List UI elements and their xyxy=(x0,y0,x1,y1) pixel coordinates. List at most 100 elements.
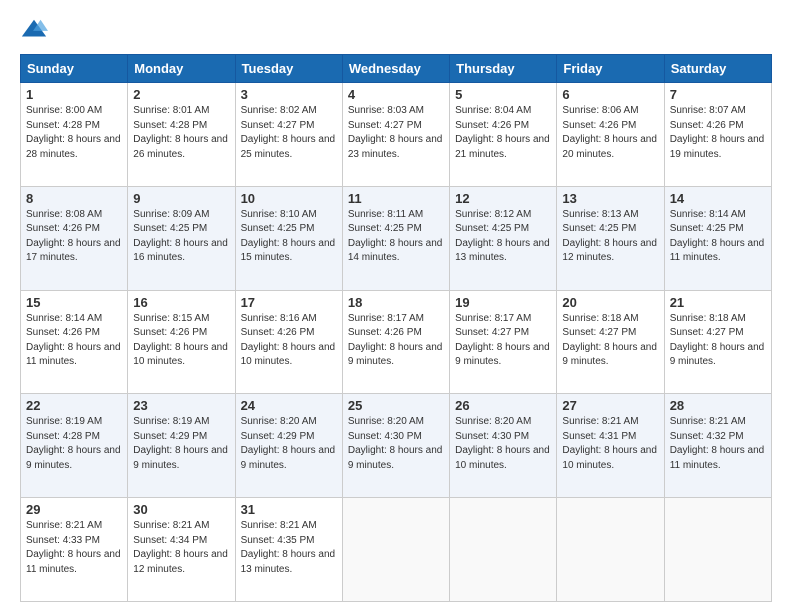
day-number: 6 xyxy=(562,87,658,102)
calendar-cell: 14 Sunrise: 8:14 AMSunset: 4:25 PMDaylig… xyxy=(664,186,771,290)
calendar-cell xyxy=(342,498,449,602)
calendar-cell: 20 Sunrise: 8:18 AMSunset: 4:27 PMDaylig… xyxy=(557,290,664,394)
day-details: Sunrise: 8:21 AMSunset: 4:32 PMDaylight:… xyxy=(670,416,765,471)
calendar-cell: 6 Sunrise: 8:06 AMSunset: 4:26 PMDayligh… xyxy=(557,83,664,187)
day-number: 7 xyxy=(670,87,766,102)
day-number: 23 xyxy=(133,398,229,413)
calendar-cell: 15 Sunrise: 8:14 AMSunset: 4:26 PMDaylig… xyxy=(21,290,128,394)
calendar-cell: 5 Sunrise: 8:04 AMSunset: 4:26 PMDayligh… xyxy=(450,83,557,187)
day-number: 29 xyxy=(26,502,122,517)
calendar-cell: 18 Sunrise: 8:17 AMSunset: 4:26 PMDaylig… xyxy=(342,290,449,394)
day-header-tuesday: Tuesday xyxy=(235,55,342,83)
calendar-cell: 9 Sunrise: 8:09 AMSunset: 4:25 PMDayligh… xyxy=(128,186,235,290)
day-number: 4 xyxy=(348,87,444,102)
day-details: Sunrise: 8:21 AMSunset: 4:34 PMDaylight:… xyxy=(133,520,228,575)
day-number: 12 xyxy=(455,191,551,206)
calendar-cell: 10 Sunrise: 8:10 AMSunset: 4:25 PMDaylig… xyxy=(235,186,342,290)
day-header-wednesday: Wednesday xyxy=(342,55,449,83)
calendar-week-1: 1 Sunrise: 8:00 AMSunset: 4:28 PMDayligh… xyxy=(21,83,772,187)
day-details: Sunrise: 8:08 AMSunset: 4:26 PMDaylight:… xyxy=(26,209,121,264)
calendar-cell: 28 Sunrise: 8:21 AMSunset: 4:32 PMDaylig… xyxy=(664,394,771,498)
day-details: Sunrise: 8:01 AMSunset: 4:28 PMDaylight:… xyxy=(133,105,228,160)
calendar-cell xyxy=(450,498,557,602)
calendar-cell: 23 Sunrise: 8:19 AMSunset: 4:29 PMDaylig… xyxy=(128,394,235,498)
calendar-header-row: SundayMondayTuesdayWednesdayThursdayFrid… xyxy=(21,55,772,83)
calendar-cell: 3 Sunrise: 8:02 AMSunset: 4:27 PMDayligh… xyxy=(235,83,342,187)
day-number: 19 xyxy=(455,295,551,310)
logo xyxy=(20,16,52,44)
day-details: Sunrise: 8:02 AMSunset: 4:27 PMDaylight:… xyxy=(241,105,336,160)
calendar-cell: 30 Sunrise: 8:21 AMSunset: 4:34 PMDaylig… xyxy=(128,498,235,602)
calendar-cell: 22 Sunrise: 8:19 AMSunset: 4:28 PMDaylig… xyxy=(21,394,128,498)
day-number: 11 xyxy=(348,191,444,206)
day-header-monday: Monday xyxy=(128,55,235,83)
day-details: Sunrise: 8:14 AMSunset: 4:26 PMDaylight:… xyxy=(26,313,121,368)
day-number: 24 xyxy=(241,398,337,413)
day-details: Sunrise: 8:21 AMSunset: 4:35 PMDaylight:… xyxy=(241,520,336,575)
day-details: Sunrise: 8:20 AMSunset: 4:30 PMDaylight:… xyxy=(348,416,443,471)
logo-icon xyxy=(20,16,48,44)
day-number: 15 xyxy=(26,295,122,310)
day-header-friday: Friday xyxy=(557,55,664,83)
calendar-cell: 24 Sunrise: 8:20 AMSunset: 4:29 PMDaylig… xyxy=(235,394,342,498)
day-details: Sunrise: 8:17 AMSunset: 4:27 PMDaylight:… xyxy=(455,313,550,368)
day-details: Sunrise: 8:20 AMSunset: 4:29 PMDaylight:… xyxy=(241,416,336,471)
day-details: Sunrise: 8:21 AMSunset: 4:33 PMDaylight:… xyxy=(26,520,121,575)
day-details: Sunrise: 8:10 AMSunset: 4:25 PMDaylight:… xyxy=(241,209,336,264)
day-number: 10 xyxy=(241,191,337,206)
day-number: 3 xyxy=(241,87,337,102)
day-details: Sunrise: 8:15 AMSunset: 4:26 PMDaylight:… xyxy=(133,313,228,368)
day-header-saturday: Saturday xyxy=(664,55,771,83)
calendar-cell: 25 Sunrise: 8:20 AMSunset: 4:30 PMDaylig… xyxy=(342,394,449,498)
day-number: 18 xyxy=(348,295,444,310)
day-number: 27 xyxy=(562,398,658,413)
day-details: Sunrise: 8:03 AMSunset: 4:27 PMDaylight:… xyxy=(348,105,443,160)
day-header-sunday: Sunday xyxy=(21,55,128,83)
day-details: Sunrise: 8:18 AMSunset: 4:27 PMDaylight:… xyxy=(670,313,765,368)
calendar-cell: 21 Sunrise: 8:18 AMSunset: 4:27 PMDaylig… xyxy=(664,290,771,394)
day-number: 28 xyxy=(670,398,766,413)
day-details: Sunrise: 8:11 AMSunset: 4:25 PMDaylight:… xyxy=(348,209,443,264)
day-header-thursday: Thursday xyxy=(450,55,557,83)
day-number: 30 xyxy=(133,502,229,517)
day-number: 8 xyxy=(26,191,122,206)
day-details: Sunrise: 8:14 AMSunset: 4:25 PMDaylight:… xyxy=(670,209,765,264)
day-details: Sunrise: 8:16 AMSunset: 4:26 PMDaylight:… xyxy=(241,313,336,368)
day-details: Sunrise: 8:21 AMSunset: 4:31 PMDaylight:… xyxy=(562,416,657,471)
day-number: 9 xyxy=(133,191,229,206)
day-details: Sunrise: 8:19 AMSunset: 4:29 PMDaylight:… xyxy=(133,416,228,471)
day-number: 26 xyxy=(455,398,551,413)
day-details: Sunrise: 8:04 AMSunset: 4:26 PMDaylight:… xyxy=(455,105,550,160)
calendar-cell: 7 Sunrise: 8:07 AMSunset: 4:26 PMDayligh… xyxy=(664,83,771,187)
calendar-cell: 8 Sunrise: 8:08 AMSunset: 4:26 PMDayligh… xyxy=(21,186,128,290)
calendar-cell: 17 Sunrise: 8:16 AMSunset: 4:26 PMDaylig… xyxy=(235,290,342,394)
day-details: Sunrise: 8:09 AMSunset: 4:25 PMDaylight:… xyxy=(133,209,228,264)
day-details: Sunrise: 8:19 AMSunset: 4:28 PMDaylight:… xyxy=(26,416,121,471)
day-number: 2 xyxy=(133,87,229,102)
day-number: 31 xyxy=(241,502,337,517)
day-number: 22 xyxy=(26,398,122,413)
day-number: 25 xyxy=(348,398,444,413)
calendar-cell: 2 Sunrise: 8:01 AMSunset: 4:28 PMDayligh… xyxy=(128,83,235,187)
day-number: 16 xyxy=(133,295,229,310)
day-details: Sunrise: 8:17 AMSunset: 4:26 PMDaylight:… xyxy=(348,313,443,368)
day-number: 5 xyxy=(455,87,551,102)
calendar-cell: 26 Sunrise: 8:20 AMSunset: 4:30 PMDaylig… xyxy=(450,394,557,498)
calendar-cell: 19 Sunrise: 8:17 AMSunset: 4:27 PMDaylig… xyxy=(450,290,557,394)
day-details: Sunrise: 8:12 AMSunset: 4:25 PMDaylight:… xyxy=(455,209,550,264)
calendar-cell: 29 Sunrise: 8:21 AMSunset: 4:33 PMDaylig… xyxy=(21,498,128,602)
day-number: 14 xyxy=(670,191,766,206)
day-details: Sunrise: 8:20 AMSunset: 4:30 PMDaylight:… xyxy=(455,416,550,471)
calendar-week-2: 8 Sunrise: 8:08 AMSunset: 4:26 PMDayligh… xyxy=(21,186,772,290)
calendar-week-4: 22 Sunrise: 8:19 AMSunset: 4:28 PMDaylig… xyxy=(21,394,772,498)
day-details: Sunrise: 8:13 AMSunset: 4:25 PMDaylight:… xyxy=(562,209,657,264)
calendar-table: SundayMondayTuesdayWednesdayThursdayFrid… xyxy=(20,54,772,602)
day-details: Sunrise: 8:18 AMSunset: 4:27 PMDaylight:… xyxy=(562,313,657,368)
calendar-cell: 12 Sunrise: 8:12 AMSunset: 4:25 PMDaylig… xyxy=(450,186,557,290)
calendar-cell xyxy=(664,498,771,602)
day-number: 13 xyxy=(562,191,658,206)
page: SundayMondayTuesdayWednesdayThursdayFrid… xyxy=(0,0,792,612)
day-details: Sunrise: 8:00 AMSunset: 4:28 PMDaylight:… xyxy=(26,105,121,160)
day-details: Sunrise: 8:07 AMSunset: 4:26 PMDaylight:… xyxy=(670,105,765,160)
calendar-cell: 16 Sunrise: 8:15 AMSunset: 4:26 PMDaylig… xyxy=(128,290,235,394)
